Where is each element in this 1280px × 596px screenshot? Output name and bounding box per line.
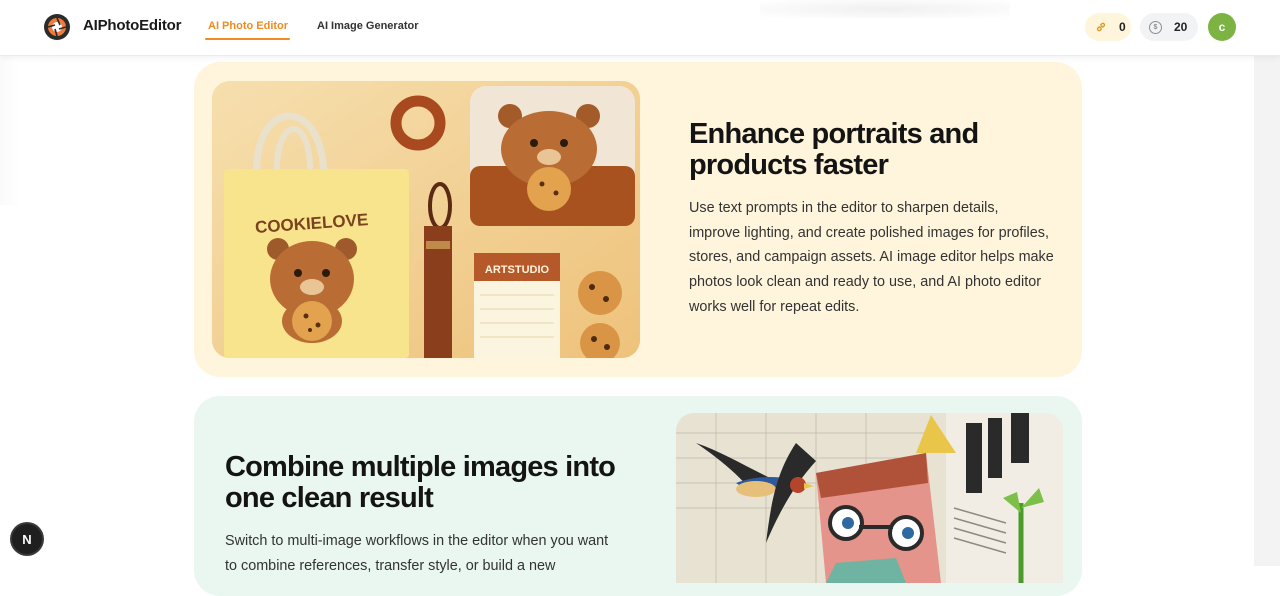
invite-count: 0: [1119, 20, 1126, 34]
section-title-line: one clean result: [225, 482, 434, 514]
logo-icon[interactable]: [44, 14, 70, 40]
link-icon: [1093, 19, 1109, 35]
tab-ai-photo-editor[interactable]: AI Photo Editor: [208, 20, 288, 32]
section-title-combine: Combine multiple images into one clean r…: [225, 452, 655, 514]
coin-icon: $: [1149, 20, 1162, 34]
body-line: Use text prompts in the editor to sharpe…: [689, 200, 999, 216]
credits-count: 20: [1174, 20, 1188, 34]
floating-n-button[interactable]: N: [12, 524, 42, 554]
header-shadow-decoration: [760, 0, 1010, 18]
body-line: stores, and campaign assets. AI image ed…: [689, 249, 1054, 266]
section-title-line: Enhance portraits and: [689, 118, 979, 150]
section-body-enhance: Use text prompts in the editor to sharpe…: [689, 196, 1054, 320]
section-title-line: Combine multiple images into: [225, 451, 616, 483]
body-line: to combine references, transfer style, o…: [225, 557, 556, 574]
invite-counter[interactable]: 0: [1085, 13, 1131, 41]
body-line: photos look clean and ready to use, and …: [689, 274, 1042, 291]
top-header: AIPhotoEditor AI Photo Editor AI Image G…: [0, 0, 1280, 56]
active-tab-indicator: [205, 38, 290, 40]
tab-ai-image-generator[interactable]: AI Image Generator: [317, 20, 418, 32]
feature-image-cookie-products: COOKIELOVE ARTSTUDIO: [212, 81, 640, 358]
brand-name[interactable]: AIPhotoEditor: [83, 17, 181, 34]
left-edge-fade: [0, 55, 20, 205]
section-title-line: products faster: [689, 149, 889, 181]
credits-counter[interactable]: $ 20: [1140, 13, 1198, 41]
body-line: Switch to multi-image workflows in the e…: [225, 533, 609, 549]
body-line: works well for repeat edits.: [689, 298, 860, 315]
feature-image-collage: [676, 413, 1063, 583]
section-title-enhance: Enhance portraits and products faster: [689, 119, 1089, 181]
body-line: improve lighting, and create polished im…: [689, 224, 1049, 241]
avatar[interactable]: c: [1208, 13, 1236, 41]
scrollbar-track[interactable]: [1254, 55, 1280, 566]
notepad-print-text: ARTSTUDIO: [485, 264, 550, 276]
section-body-combine: Switch to multi-image workflows in the e…: [225, 529, 608, 578]
